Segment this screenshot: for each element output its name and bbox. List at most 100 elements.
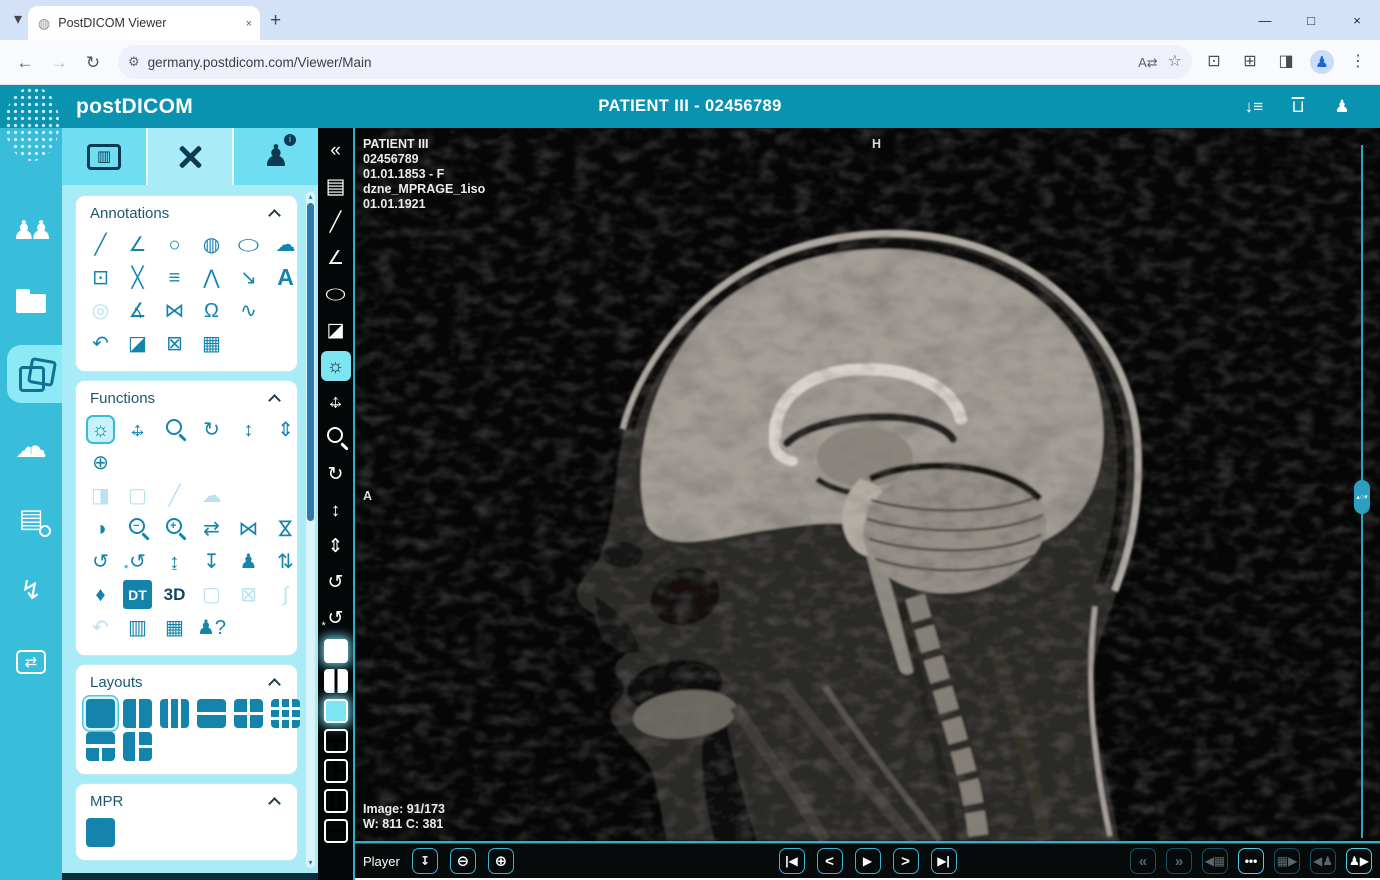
layout-left2-icon[interactable] <box>323 759 348 783</box>
circle-icon[interactable]: ○ <box>160 230 189 259</box>
spline-icon[interactable]: ∿ <box>234 296 263 325</box>
probe-rotate-icon[interactable]: ∫ <box>271 580 300 609</box>
panel-scroll-thumb[interactable] <box>307 203 314 521</box>
profile-avatar-icon[interactable]: ♟ <box>1310 50 1334 74</box>
closed-region-icon[interactable]: Ω <box>197 296 226 325</box>
scroll-down-icon[interactable]: ▾ <box>306 859 315 867</box>
first-image-icon[interactable]: |◀ <box>778 848 805 874</box>
site-settings-icon[interactable]: ⚙ <box>128 55 140 68</box>
ellipse-icon[interactable]: ◯ <box>321 285 351 304</box>
image-viewport[interactable]: PATIENT III 02456789 01.01.1853 - F dzne… <box>355 128 1380 843</box>
undo-icon[interactable]: ↶ <box>86 329 115 358</box>
reset-icon[interactable]: ↺ <box>86 547 115 576</box>
previous-patient-icon[interactable]: ◀♟ <box>1310 848 1336 874</box>
open-angle-icon[interactable]: ∡ <box>123 296 152 325</box>
layout-top2-icon[interactable] <box>86 732 115 761</box>
freehand-icon[interactable]: ☁ <box>271 230 300 259</box>
layout-2row-icon[interactable] <box>323 819 348 843</box>
close-icon[interactable]: × <box>1334 0 1380 40</box>
calibration-target-icon[interactable]: ◎ <box>86 296 115 325</box>
next-image-icon[interactable]: > <box>892 848 919 874</box>
new-tab-icon[interactable]: + <box>270 11 281 30</box>
save-annotations-icon[interactable]: ▦ <box>197 329 226 358</box>
layout-1x1-alt-icon[interactable] <box>323 699 348 723</box>
next-layout-icon[interactable]: ▦▶ <box>1274 848 1300 874</box>
invert-icon[interactable]: ◑ <box>86 514 115 543</box>
polyline-icon[interactable]: ⋀ <box>197 263 226 292</box>
url-text[interactable]: germany.postdicom.com/Viewer/Main <box>148 55 1138 70</box>
reset-window-icon[interactable]: ↺ <box>123 547 152 576</box>
shaded-circle-icon[interactable]: ◍ <box>197 230 226 259</box>
threed-icon[interactable]: 3D <box>160 580 189 609</box>
probe-icon[interactable]: ╱ <box>160 481 189 510</box>
collapse-layouts-icon[interactable] <box>268 677 281 691</box>
selection-box-icon[interactable]: ▢ <box>197 580 226 609</box>
cross-measure-icon[interactable]: ╳ <box>123 263 152 292</box>
dt-icon[interactable]: DT <box>123 580 152 609</box>
layout-3col-icon[interactable] <box>323 789 348 813</box>
side-panel-icon[interactable]: ◨ <box>1274 50 1298 74</box>
flip-vertical-icon[interactable]: ⋈ <box>271 514 300 543</box>
arrow-icon[interactable]: ↘ <box>234 263 263 292</box>
pan-icon[interactable] <box>123 415 152 444</box>
layout-2col-icon[interactable] <box>123 699 152 728</box>
zoom-in-icon[interactable]: + <box>160 514 189 543</box>
screen-capture-icon[interactable]: ⊡ <box>1202 50 1226 74</box>
speed-down-icon[interactable]: ⊖ <box>449 848 476 874</box>
tab-search-icon[interactable]: ▾ <box>14 12 22 28</box>
expand-vertical-icon[interactable]: ↨ <box>160 547 189 576</box>
histogram-window-icon[interactable]: ◨ <box>86 481 115 510</box>
collapse-functions-icon[interactable] <box>268 393 281 407</box>
account-icon[interactable]: ♟ <box>1330 94 1354 120</box>
tag-icon[interactable]: ♦ <box>86 580 115 609</box>
flip-horizontal-icon[interactable]: ⋈ <box>234 514 263 543</box>
pan-icon[interactable] <box>321 387 351 417</box>
stack-scroll-icon[interactable]: ⇕ <box>271 415 300 444</box>
layout-2col-icon[interactable] <box>323 669 348 693</box>
stack-scroll-icon[interactable]: ⇕ <box>321 531 351 561</box>
auto-sort-icon[interactable]: ↓≡ <box>1242 94 1266 120</box>
tab-tools[interactable] <box>148 128 232 185</box>
export-image-icon[interactable]: ▥ <box>123 613 152 642</box>
tab-patient-info-icon[interactable]: ♟ <box>256 133 296 177</box>
tab-patient-info[interactable]: ♟ <box>234 128 318 185</box>
cine-export-icon[interactable]: ↧ <box>411 848 438 874</box>
reload-icon[interactable]: ↻ <box>78 47 108 77</box>
last-image-icon[interactable]: ▶| <box>930 848 957 874</box>
undo-region-icon[interactable]: ↶ <box>86 613 115 642</box>
slice-slider-thumb[interactable]: ▴○▾ <box>1354 480 1370 514</box>
series-options-icon[interactable]: ••• <box>1238 848 1264 874</box>
next-patient-icon[interactable]: ♟▶ <box>1346 848 1372 874</box>
sidebar-item-patients[interactable]: ♟♟ <box>0 201 62 259</box>
roi-window-icon[interactable]: ▢ <box>123 481 152 510</box>
magnify-icon[interactable] <box>160 415 189 444</box>
tab-search[interactable]: ▾ <box>0 0 28 40</box>
sort-direction-icon[interactable]: ⇅ <box>271 547 300 576</box>
extensions-icon[interactable]: ⊞ <box>1238 50 1262 74</box>
rotate-icon[interactable]: ↻ <box>197 415 226 444</box>
window-level-icon[interactable]: ☼ <box>86 415 115 444</box>
bookmark-star-icon[interactable]: ☆ <box>1168 54 1182 70</box>
collapse-mpr-icon[interactable] <box>268 796 281 810</box>
sidebar-item-quick-sync[interactable]: ↯ <box>0 561 62 619</box>
previous-series-icon[interactable]: « <box>1130 848 1156 874</box>
sidebar-item-worklist-search[interactable]: ▤ <box>0 489 62 547</box>
tab-viewer-settings-icon[interactable]: ▥ <box>87 143 121 170</box>
window-level-icon[interactable]: ☼ <box>320 351 351 381</box>
collapse-annotations-icon[interactable] <box>268 208 281 222</box>
angle-icon[interactable]: ∠ <box>123 230 152 259</box>
trash-icon[interactable]: ⊔ <box>1286 94 1310 120</box>
report-icon[interactable]: ▤ <box>321 171 351 201</box>
sidebar-item-studies[interactable] <box>7 345 62 403</box>
forward-icon[interactable]: → <box>44 47 74 77</box>
next-series-icon[interactable]: » <box>1166 848 1192 874</box>
sidebar-item-cloud-upload[interactable]: ☁ <box>0 417 62 475</box>
erase-all-icon[interactable]: ⊠ <box>160 329 189 358</box>
freehand-window-icon[interactable]: ☁ <box>197 481 226 510</box>
zoom-out-icon[interactable]: − <box>123 514 152 543</box>
previous-layout-icon[interactable]: ◀▦ <box>1202 848 1228 874</box>
layout-top2-icon[interactable] <box>323 729 348 753</box>
patient-orientation-icon[interactable]: ♟ <box>234 547 263 576</box>
layout-1x1-active-icon[interactable] <box>323 639 348 663</box>
layout-left2-icon[interactable] <box>123 732 152 761</box>
